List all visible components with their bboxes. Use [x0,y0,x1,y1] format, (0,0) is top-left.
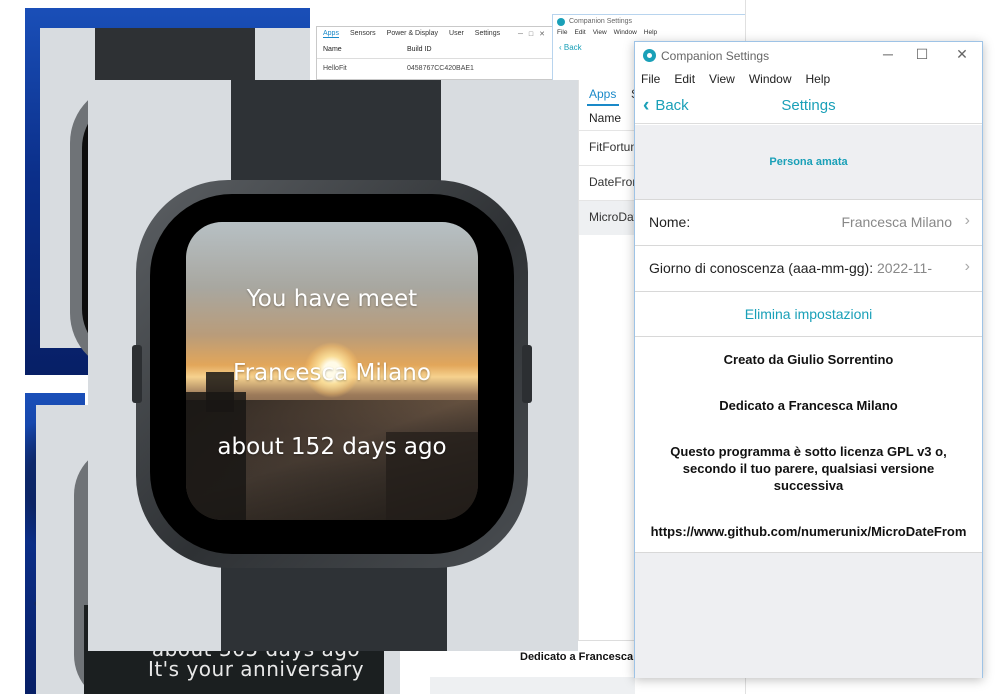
tab-user[interactable]: User [449,30,464,38]
menu-view[interactable]: View [709,72,735,92]
table-header: Name Build ID [317,41,555,59]
app-logo-icon [643,49,656,62]
menu-help[interactable]: Help [806,72,831,92]
app-name: HelloFit [323,65,347,72]
watch-line-3: about 152 days ago [217,434,447,460]
license-text: Questo programma è sotto licenza GPL v3 … [670,444,947,493]
tab-apps[interactable]: Apps [323,30,339,38]
created-by-text: Creato da Giulio Sorrentino [723,352,894,367]
close-icon[interactable]: ✕ [952,46,972,63]
settings-body: Persona amata Nome: Francesca Milano › G… [635,125,982,678]
name-label: Nome: [649,214,691,230]
watch-line-2: Francesca Milano [233,360,431,386]
maximize-icon[interactable]: ☐ [912,46,932,63]
column-name: Name [589,111,622,125]
chevron-left-icon: ‹ [643,95,650,116]
simulator-window: Apps Sensors Power & Display User Settin… [316,26,556,80]
tab-settings[interactable]: Settings [475,30,500,38]
menu-help[interactable]: Help [644,29,657,36]
menu-edit[interactable]: Edit [574,29,585,36]
menu-bar: File Edit View Window Help [553,27,751,38]
tab-apps[interactable]: Apps [589,87,616,101]
about-info: Creato da Giulio Sorrentino Dedicato a F… [635,337,982,553]
delete-settings-button[interactable]: Elimina impostazioni [635,291,982,337]
column-build-id: Build ID [407,46,432,53]
panel-footer [430,677,635,694]
back-button[interactable]: ‹ Back [643,95,689,116]
minimize-icon[interactable]: ─ [878,46,898,62]
tab-sensors[interactable]: Sensors [350,30,376,38]
chevron-right-icon: › [964,258,970,275]
dedication-text: Dedicato a Francesca Milano [719,398,898,413]
navigation-bar: Settings ‹ Back [635,92,982,124]
menu-file[interactable]: File [641,72,660,92]
app-build-id: 0458767CC420BAE1 [407,65,474,72]
apps-panel: Apps S Name FitFortune DateFrom MicroDat… [578,80,644,694]
dedication-text: Dedicato a Francesca Mi [520,651,649,663]
name-setting[interactable]: Nome: Francesca Milano › [635,199,982,245]
date-value: 2022-11- [877,260,933,276]
watch-screen[interactable]: You have meet Francesca Milano about 152… [186,222,478,520]
menu-bar: File Edit View Window Help [635,70,982,92]
menu-edit[interactable]: Edit [674,72,695,92]
app-logo-icon [557,18,565,26]
watch-simulator: You have meet Francesca Milano about 152… [88,80,578,651]
column-name: Name [323,46,342,53]
divider [579,130,639,131]
watch-line-1: You have meet [246,286,418,312]
date-label: Giorno di conoscenza (aaa-mm-gg): 2022-1… [649,260,933,276]
divider [579,165,639,166]
window-controls[interactable]: ─□✕ [518,30,551,38]
menu-window[interactable]: Window [614,29,637,36]
window-title: Companion Settings [661,49,770,63]
watch-right-button[interactable] [522,345,532,403]
menu-window[interactable]: Window [749,72,792,92]
watch-left-button[interactable] [132,345,142,403]
active-tab-indicator [587,104,619,106]
tab-power-display[interactable]: Power & Display [387,30,438,38]
chevron-right-icon: › [964,212,970,229]
window-title: Companion Settings [553,15,751,27]
date-setting[interactable]: Giorno di conoscenza (aaa-mm-gg): 2022-1… [635,245,982,291]
title-bar: Companion Settings ─ ☐ ✕ [635,42,982,70]
back-watch-line: It's your anniversary [147,657,365,681]
back-label: Back [655,97,689,114]
menu-file[interactable]: File [557,29,567,36]
section-title: Persona amata [769,156,848,168]
name-value: Francesca Milano [841,214,953,230]
table-row[interactable]: HelloFit 0458767CC420BAE1 [317,59,555,78]
companion-settings-window: Companion Settings ─ ☐ ✕ File Edit View … [634,41,983,678]
menu-view[interactable]: View [593,29,607,36]
repository-url: https://www.github.com/numerunix/MicroDa… [650,524,967,539]
